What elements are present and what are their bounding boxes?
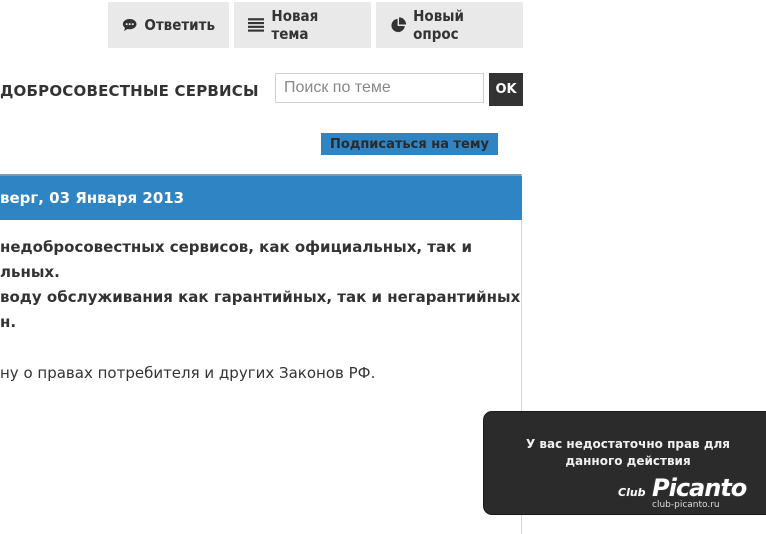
post-text-line: воду обслуживания как гарантийных, так и… — [0, 288, 521, 306]
topic-search-input[interactable] — [275, 73, 484, 103]
new-topic-label: Новая тема — [271, 7, 319, 43]
list-lines-icon — [248, 18, 265, 32]
post-text-line: ну о правах потребителя и других Законов… — [0, 364, 376, 382]
post-date-header: верг, 03 Января 2013 — [0, 176, 522, 220]
topic-title: ДОБРОСОВЕСТНЫЕ СЕРВИСЫ — [0, 82, 259, 100]
search-ok-button[interactable]: OK — [489, 73, 523, 106]
speech-bubble-icon — [122, 19, 137, 31]
logo-url-text: club-picanto.ru — [652, 500, 720, 510]
new-poll-button[interactable]: Новый опрос — [376, 2, 523, 48]
new-poll-label: Новый опрос — [413, 7, 464, 43]
toast-message: У вас недостаточно прав для данного дейс… — [525, 437, 731, 468]
post-text-line: льных. — [0, 263, 60, 281]
new-topic-button[interactable]: Новая тема — [234, 2, 371, 48]
reply-button[interactable]: Ответить — [108, 2, 229, 48]
pie-chart-icon — [391, 16, 407, 32]
subscribe-button[interactable]: Подписаться на тему — [321, 133, 498, 155]
post-container — [0, 174, 522, 534]
site-logo-watermark: Club Picanto club-picanto.ru — [618, 474, 766, 516]
logo-brand-text: Picanto — [652, 474, 747, 502]
post-text-line: н. — [0, 313, 17, 331]
logo-club-text: Club — [618, 486, 646, 499]
post-text-line: недобросовестных сервисов, как официальн… — [0, 238, 473, 256]
reply-label: Ответить — [144, 16, 215, 34]
